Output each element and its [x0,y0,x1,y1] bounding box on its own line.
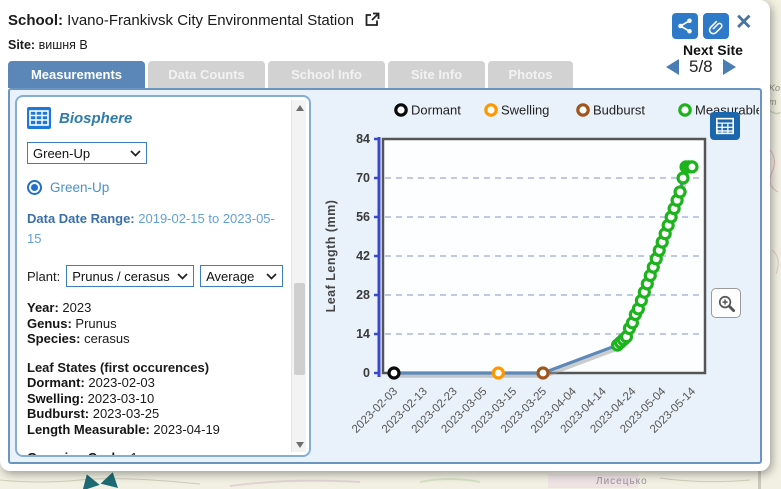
table-view-button[interactable] [710,112,740,140]
leaf-states-title: Leaf States (first occurences) [27,360,283,376]
site-title: Site: вишня B [8,38,88,52]
y-tick-label: 56 [356,210,370,224]
y-tick-label: 0 [363,366,370,380]
next-site-label: Next Site [683,42,743,58]
map-label-fragment: m [769,97,777,107]
tab-data-counts[interactable]: Data Counts [148,61,265,88]
site-label: Site: [8,38,35,52]
detail-row-genus: Genus: Prunus [27,316,283,332]
tab-site-info[interactable]: Site Info [388,61,485,88]
date-range-label: Data Date Range: [27,211,135,226]
data-point-measurable [678,173,688,183]
section-title: Biosphere [59,110,132,127]
data-point-swelling [493,368,503,378]
legend-item-budburst: Budburst [578,103,646,118]
external-link-icon[interactable] [364,12,380,31]
page-indicator: 5/8 [689,57,713,77]
detail-row-greening-cycle: Greening Cycle: 1 [27,450,283,457]
y-axis-title: Leaf Length (mm) [324,200,338,313]
prev-site-arrow-icon[interactable] [666,59,679,75]
leaf-length-chart: DormantSwellingBudburstMeasurable0142842… [313,94,759,462]
aggregation-select-value: Average [206,269,254,284]
tab-school-info[interactable]: School Info [268,61,385,88]
sidebar-scrollbar[interactable] [291,100,306,452]
detail-row-length-measurable: Length Measurable: 2023-04-19 [27,422,283,438]
detail-row-swelling: Swelling: 2023-03-10 [27,391,283,407]
link-icon [707,17,725,35]
site-name: вишня B [39,38,88,52]
plant-select-value: Prunus / cerasus [72,269,170,284]
map-town-label: Лисецько [596,476,648,487]
measurements-panel: Biosphere Green-Up Green-Up Data Date Ra… [8,88,762,464]
data-point-dormant [389,368,399,378]
y-tick-label: 70 [356,171,370,185]
data-date-range: Data Date Range: 2019-02-15 to 2023-05-1… [27,209,277,248]
zoom-in-button[interactable] [711,288,741,318]
y-tick-label: 84 [356,132,370,146]
plant-label: Plant: [27,269,60,284]
dropdown-chevron-icon [266,273,277,280]
detail-row-budburst: Budburst: 2023-03-25 [27,406,283,422]
greenup-radio[interactable] [27,180,42,195]
close-icon[interactable]: ✕ [735,10,753,35]
detail-row-year: Year: 2023 [27,300,283,316]
school-title: School: Ivano-Frankivsk City Environment… [8,12,380,31]
biosphere-table-icon [27,107,51,129]
legend-item-swelling: Swelling [486,103,550,118]
svg-text:Budburst: Budburst [593,103,645,118]
dropdown-chevron-icon [130,150,141,157]
permalink-button[interactable] [703,13,729,39]
y-tick-label: 42 [356,249,370,263]
tab-measurements[interactable]: Measurements [8,61,145,88]
leaf-states-block: Leaf States (first occurences) Dormant: … [27,360,283,438]
scroll-up-icon[interactable] [292,100,307,115]
next-site-arrow-icon[interactable] [723,59,736,75]
svg-text:Swelling: Swelling [501,103,549,118]
data-point-measurable [687,162,697,172]
scroll-down-icon[interactable] [292,437,307,452]
school-name: Ivano-Frankivsk City Environmental Stati… [67,12,354,29]
table-view-icon [715,117,735,135]
plant-details: Year: 2023Genus: PrunusSpecies: cerasus [27,300,283,347]
map-label-fragment: Ko [769,83,780,93]
share-button[interactable] [672,13,698,39]
detail-row-species: Species: cerasus [27,331,283,347]
protocol-select[interactable]: Green-Up [27,142,147,164]
tab-bar: MeasurementsData CountsSchool InfoSite I… [8,61,573,88]
scrollbar-thumb[interactable] [294,283,305,375]
y-tick-label: 28 [356,288,370,302]
data-point-measurable [675,187,685,197]
y-tick-label: 14 [356,327,370,341]
sidebar: Biosphere Green-Up Green-Up Data Date Ra… [15,95,311,457]
greenup-radio-label: Green-Up [50,180,109,195]
extra-details: Greening Cycle: 1Vegetation Type: tree [27,450,283,457]
svg-text:Dormant: Dormant [411,103,461,118]
share-icon [676,17,694,35]
dropdown-chevron-icon [177,273,188,280]
legend-item-dormant: Dormant [396,103,461,118]
zoom-in-icon [717,294,736,313]
plant-select[interactable]: Prunus / cerasus [66,265,194,287]
school-label: School: [8,12,63,29]
aggregation-select[interactable]: Average [200,265,283,287]
site-pager: 5/8 [666,57,736,77]
tab-photos[interactable]: Photos [488,61,573,88]
site-dialog: School: Ivano-Frankivsk City Environment… [0,0,770,471]
data-point-budburst [538,368,548,378]
detail-row-dormant: Dormant: 2023-02-03 [27,375,283,391]
protocol-select-value: Green-Up [33,146,90,161]
